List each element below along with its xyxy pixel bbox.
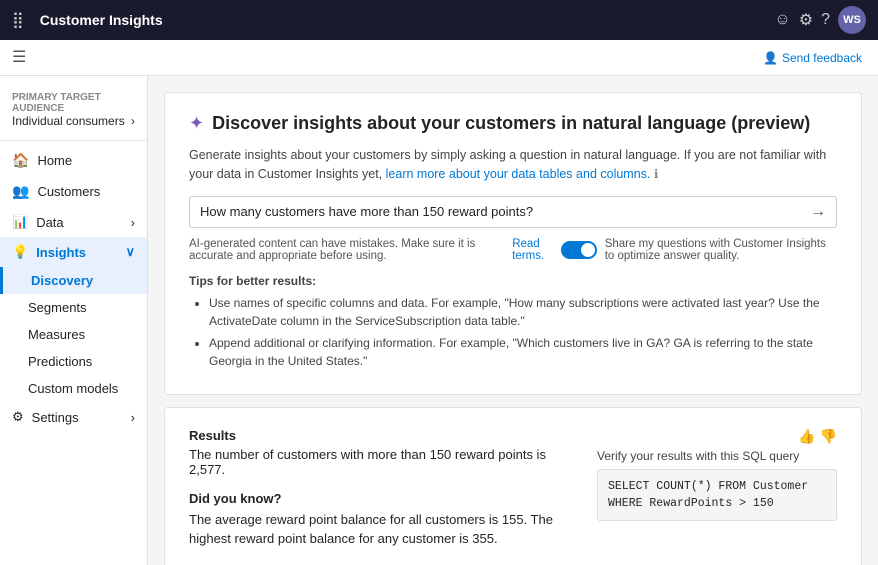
tips-list: Use names of specific columns and data. … bbox=[189, 294, 837, 370]
insights-chevron-icon: ∨ bbox=[125, 244, 135, 260]
main-layout: Primary target audience Individual consu… bbox=[0, 76, 878, 565]
target-label: Primary target audience bbox=[12, 92, 135, 114]
chevron-right-icon[interactable]: › bbox=[131, 114, 135, 128]
sidebar-item-segments[interactable]: Segments bbox=[0, 294, 147, 321]
feedback-icon: 👤 bbox=[763, 51, 778, 65]
data-chevron-icon: › bbox=[131, 215, 135, 230]
ai-disclaimer: AI-generated content can have mistakes. … bbox=[189, 238, 837, 262]
share-toggle[interactable] bbox=[561, 241, 597, 259]
settings-sidebar-icon: ⚙ bbox=[12, 409, 24, 425]
read-terms-link[interactable]: Read terms. bbox=[512, 238, 553, 262]
sidebar-nav: 🏠 Home 👥 Customers 📊 Data › 💡 Insights bbox=[0, 141, 147, 436]
waffle-icon[interactable]: ⣿ bbox=[12, 10, 24, 30]
page-subtitle: Generate insights about your customers b… bbox=[189, 146, 837, 184]
search-row: → bbox=[189, 196, 837, 228]
results-left: Results The number of customers with mor… bbox=[189, 428, 573, 549]
help-icon[interactable]: ? bbox=[821, 11, 830, 29]
sidebar-item-custom-models[interactable]: Custom models bbox=[0, 375, 147, 402]
main-content: ✦ Discover insights about your customers… bbox=[148, 76, 878, 565]
learn-link[interactable]: learn more about your data tables and co… bbox=[386, 167, 654, 181]
thumbs-up-icon[interactable]: 👍 bbox=[798, 428, 815, 445]
results-header: Results bbox=[189, 428, 573, 443]
sidebar-item-measures[interactable]: Measures bbox=[0, 321, 147, 348]
top-nav: ⣿ Customer Insights ☺ ⚙ ? WS bbox=[0, 0, 878, 40]
results-row: Results The number of customers with mor… bbox=[189, 428, 837, 549]
discovery-card: ✦ Discover insights about your customers… bbox=[164, 92, 862, 395]
app-title: Customer Insights bbox=[40, 12, 763, 28]
magic-icon: ✦ bbox=[189, 113, 204, 134]
page-header: ✦ Discover insights about your customers… bbox=[189, 113, 837, 134]
results-card: Results The number of customers with mor… bbox=[164, 407, 862, 565]
customers-icon: 👥 bbox=[12, 183, 29, 200]
results-right: 👍 👎 Verify your results with this SQL qu… bbox=[597, 428, 837, 549]
tip-item: Use names of specific columns and data. … bbox=[209, 294, 837, 330]
tips-section: Tips for better results: Use names of sp… bbox=[189, 274, 837, 370]
info-icon[interactable]: ℹ bbox=[654, 167, 659, 181]
sidebar-target: Primary target audience Individual consu… bbox=[0, 84, 147, 141]
did-you-know-text: The average reward point balance for all… bbox=[189, 510, 573, 549]
search-arrow-icon[interactable]: → bbox=[810, 203, 826, 221]
sql-box: SELECT COUNT(*) FROM Customer WHERE Rewa… bbox=[597, 469, 837, 522]
insights-icon: 💡 bbox=[12, 244, 28, 260]
search-input[interactable] bbox=[200, 204, 810, 219]
sidebar-item-insights[interactable]: 💡 Insights ∨ bbox=[0, 237, 147, 267]
sql-label: Verify your results with this SQL query bbox=[597, 449, 837, 463]
insights-children: Discovery Segments Measures Predictions … bbox=[0, 267, 147, 402]
settings-icon[interactable]: ⚙ bbox=[799, 10, 813, 30]
data-icon: 📊 bbox=[12, 214, 28, 230]
thumbs-down-icon[interactable]: 👎 bbox=[820, 428, 837, 445]
sidebar-item-customers[interactable]: 👥 Customers bbox=[0, 176, 147, 207]
sidebar: Primary target audience Individual consu… bbox=[0, 76, 148, 565]
tip-item: Append additional or clarifying informat… bbox=[209, 334, 837, 370]
home-icon: 🏠 bbox=[12, 152, 29, 169]
send-feedback-button[interactable]: 👤 Send feedback bbox=[763, 51, 862, 65]
smiley-icon[interactable]: ☺ bbox=[774, 11, 790, 29]
top-nav-icons: ☺ ⚙ ? WS bbox=[774, 6, 866, 34]
target-value: Individual consumers › bbox=[12, 114, 135, 128]
results-number: The number of customers with more than 1… bbox=[189, 447, 573, 477]
sub-header: ☰ 👤 Send feedback bbox=[0, 40, 878, 76]
feedback-icons: 👍 👎 bbox=[597, 428, 837, 445]
page-title: Discover insights about your customers i… bbox=[212, 113, 810, 134]
sidebar-item-home[interactable]: 🏠 Home bbox=[0, 145, 147, 176]
avatar[interactable]: WS bbox=[838, 6, 866, 34]
did-you-know-title: Did you know? bbox=[189, 491, 573, 506]
sidebar-item-discovery[interactable]: Discovery bbox=[0, 267, 147, 294]
sidebar-item-data[interactable]: 📊 Data › bbox=[0, 207, 147, 237]
settings-chevron-icon: › bbox=[131, 410, 135, 425]
sidebar-item-settings[interactable]: ⚙ Settings › bbox=[0, 402, 147, 432]
hamburger-icon[interactable]: ☰ bbox=[12, 47, 26, 67]
tips-title: Tips for better results: bbox=[189, 274, 837, 288]
sidebar-item-predictions[interactable]: Predictions bbox=[0, 348, 147, 375]
